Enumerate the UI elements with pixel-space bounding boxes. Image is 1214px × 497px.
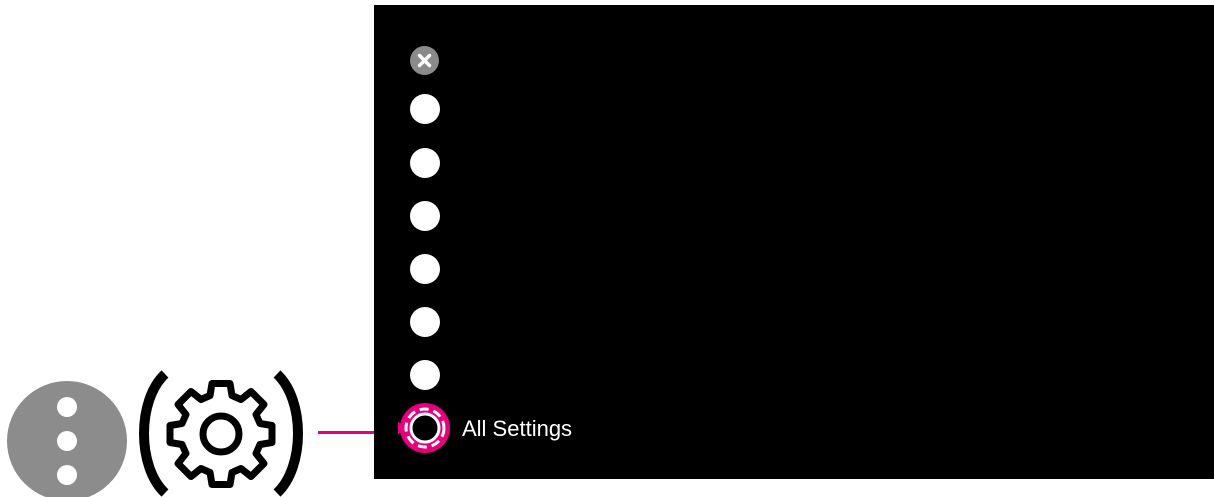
tv-screen: All Settings [374, 5, 1214, 479]
gear-icon[interactable] [131, 370, 311, 497]
all-settings-item[interactable]: All Settings [391, 397, 654, 461]
menu-dot-icon[interactable] [410, 307, 440, 337]
all-settings-label: All Settings [462, 416, 573, 441]
illustration: All Settings [0, 0, 1214, 497]
vertical-dots-icon[interactable] [5, 379, 129, 497]
menu-dot-icon[interactable] [410, 148, 440, 178]
settings-ring-icon [391, 401, 452, 455]
close-icon[interactable] [410, 46, 439, 75]
menu-dot-icon[interactable] [410, 94, 440, 124]
menu-dot-icon[interactable] [410, 201, 440, 231]
menu-dot-icon[interactable] [410, 360, 440, 390]
menu-dot-icon[interactable] [410, 254, 440, 284]
